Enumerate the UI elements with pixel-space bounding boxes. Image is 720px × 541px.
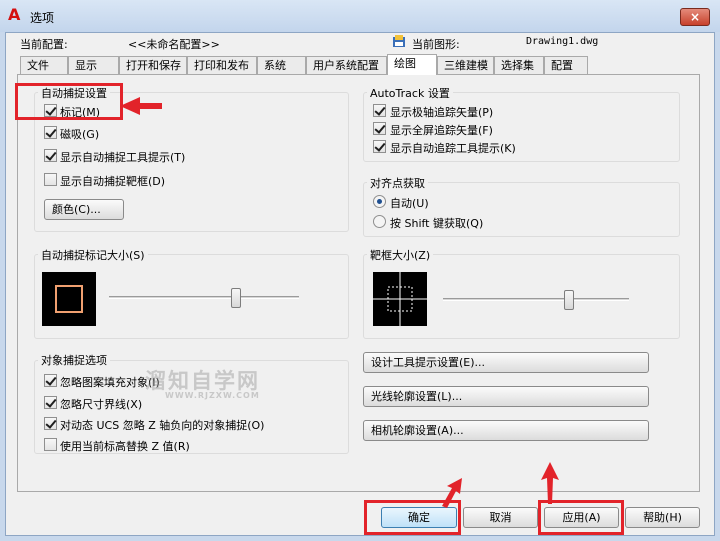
marker-preview — [42, 272, 96, 326]
auto-radio-label: 自动(U) — [390, 197, 429, 210]
marker-size-slider[interactable] — [231, 288, 242, 308]
colors-button[interactable]: 颜色(C)... — [44, 199, 124, 220]
autosnap-aperture-checkbox[interactable] — [44, 173, 57, 186]
marker-square-icon — [55, 285, 83, 313]
magnet-checkbox[interactable] — [44, 126, 57, 139]
shift-acquire-radio[interactable] — [373, 215, 386, 228]
auto-radio[interactable] — [373, 195, 386, 208]
aperture-size-slider[interactable] — [564, 290, 575, 310]
tab-profiles[interactable]: 配置 — [544, 56, 588, 74]
drawing-icon — [392, 34, 406, 48]
window-title: 选项 — [30, 11, 55, 25]
ignore-negative-z-checkbox[interactable] — [44, 417, 57, 430]
tab-3d-modeling[interactable]: 三维建模 — [437, 56, 494, 74]
annotation-box-apply — [538, 500, 624, 535]
marker-size-track — [109, 296, 299, 299]
title-bar: A 选项 × — [0, 0, 720, 32]
annotation-arrow-ok-icon — [442, 478, 462, 508]
drawing-label: 当前图形: — [412, 38, 460, 51]
annotation-box-marker — [15, 83, 123, 120]
fullscreen-vector-checkbox[interactable] — [373, 122, 386, 135]
polar-vector-label: 显示极轴追踪矢量(P) — [390, 106, 494, 119]
autosnap-tooltip-checkbox[interactable] — [44, 149, 57, 162]
tab-open-save[interactable]: 打开和保存 — [119, 56, 187, 74]
annotation-arrow-apply-icon — [541, 462, 559, 504]
polar-vector-checkbox[interactable] — [373, 104, 386, 117]
magnet-label: 磁吸(G) — [60, 128, 100, 141]
lights-glyph-settings-button[interactable]: 光线轮廓设置(L)... — [363, 386, 649, 407]
autotrack-tooltip-checkbox[interactable] — [373, 140, 386, 153]
tab-drafting[interactable]: 绘图 — [387, 54, 437, 75]
drawing-value: Drawing1.dwg — [526, 36, 599, 47]
aperture-size-track — [443, 298, 629, 301]
tab-plot-publish[interactable]: 打印和发布 — [187, 56, 257, 74]
watermark-url: WWW.RJZXW.COM — [165, 391, 260, 400]
aperture-preview — [373, 272, 427, 326]
autosnap-tooltip-label: 显示自动捕捉工具提示(T) — [60, 151, 186, 164]
profile-label: 当前配置: — [20, 38, 68, 51]
ignore-hatch-checkbox[interactable] — [44, 374, 57, 387]
autotrack-title: AutoTrack 设置 — [367, 85, 453, 101]
ignore-extension-checkbox[interactable] — [44, 396, 57, 409]
cancel-button[interactable]: 取消 — [463, 507, 538, 528]
ignore-negative-z-label: 对动态 UCS 忽略 Z 轴负向的对象捕捉(O) — [60, 419, 265, 432]
osnap-title: 对象捕捉选项 — [38, 352, 110, 368]
profile-value: <<未命名配置>> — [128, 38, 220, 51]
tab-system[interactable]: 系统 — [257, 56, 306, 74]
fullscreen-vector-label: 显示全屏追踪矢量(F) — [390, 124, 493, 137]
alignment-title: 对齐点获取 — [367, 175, 428, 191]
replace-z-label: 使用当前标高替换 Z 值(R) — [60, 440, 190, 453]
autosnap-aperture-label: 显示自动捕捉靶框(D) — [60, 175, 166, 188]
aperture-crosshair-icon — [373, 272, 427, 326]
help-button[interactable]: 帮助(H) — [625, 507, 700, 528]
autocad-logo-icon: A — [8, 5, 21, 24]
tab-selection[interactable]: 选择集 — [494, 56, 544, 74]
close-button[interactable]: × — [680, 8, 710, 26]
aperture-size-title: 靶框大小(Z) — [367, 247, 434, 263]
annotation-arrow-marker-icon — [120, 97, 162, 115]
marker-size-title: 自动捕捉标记大小(S) — [38, 247, 148, 263]
cameras-glyph-settings-button[interactable]: 相机轮廓设置(A)... — [363, 420, 649, 441]
autotrack-tooltip-label: 显示自动追踪工具提示(K) — [390, 142, 516, 155]
tab-files[interactable]: 文件 — [20, 56, 68, 74]
tab-user-preferences[interactable]: 用户系统配置 — [306, 56, 387, 74]
tab-display[interactable]: 显示 — [68, 56, 119, 74]
ignore-extension-label: 忽略尺寸界线(X) — [60, 398, 143, 411]
shift-acquire-label: 按 Shift 键获取(Q) — [390, 217, 484, 230]
drafting-tooltip-settings-button[interactable]: 设计工具提示设置(E)... — [363, 352, 649, 373]
replace-z-checkbox[interactable] — [44, 438, 57, 451]
